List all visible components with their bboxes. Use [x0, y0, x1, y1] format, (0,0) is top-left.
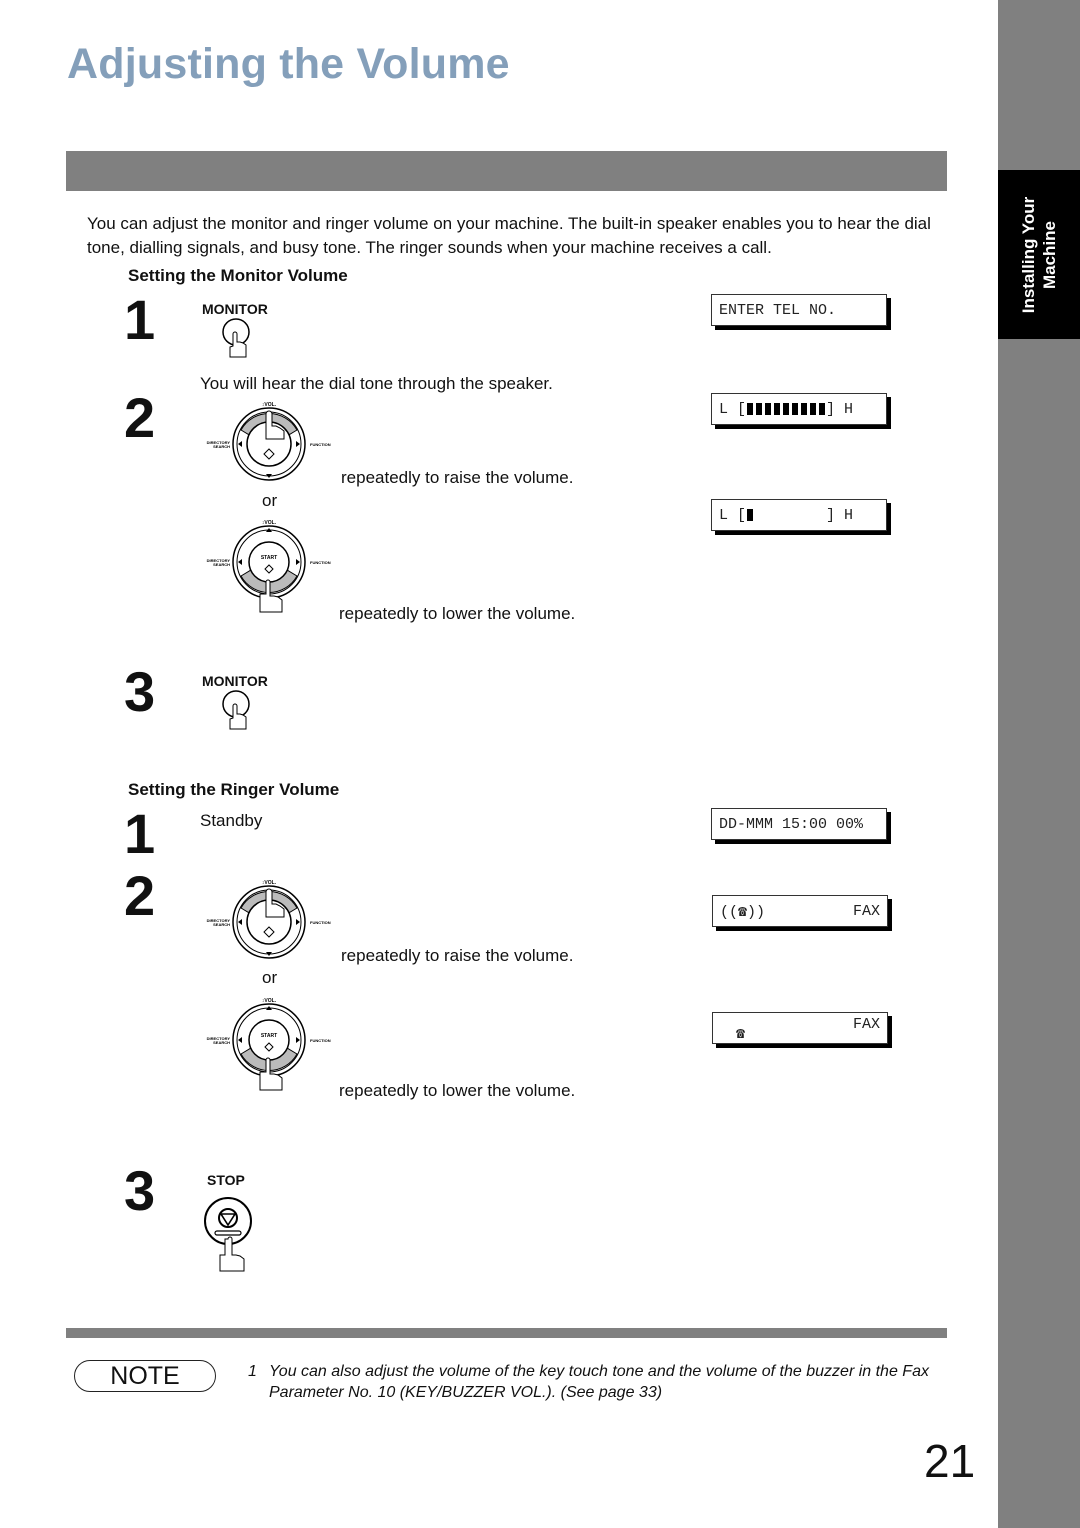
lcd-display: DD-MMM 15:00 00% — [711, 808, 887, 840]
lower-volume-text: repeatedly to lower the volume. — [339, 604, 576, 623]
lcd-low-label: L [ — [719, 506, 747, 524]
volume-level-block — [774, 403, 781, 415]
navigation-dial-down[interactable]: ↕VOL. DIRECTORY SEARCH FUNCTION START — [198, 994, 343, 1094]
lcd-ringer-low: ☎ FAX — [712, 1012, 888, 1044]
lcd-mode-label: FAX — [852, 1016, 880, 1033]
svg-text:START: START — [261, 555, 277, 561]
or-text: or — [262, 968, 278, 987]
raise-volume-text: repeatedly to raise the volume. — [341, 946, 574, 965]
page-number: 21 — [924, 1435, 976, 1487]
finger-press-icon — [222, 318, 250, 358]
lcd-display: ENTER TEL NO. — [711, 294, 887, 326]
lcd-mode-label: FAX — [852, 902, 880, 920]
svg-text:FUNCTION: FUNCTION — [310, 560, 331, 565]
lcd-volume-high: L [ ] H — [711, 393, 887, 425]
step-number: 3 — [124, 1159, 156, 1222]
note-item: 1 You can also adjust the volume of the … — [248, 1361, 948, 1403]
page-title: Adjusting the Volume — [67, 40, 510, 88]
volume-level-block — [810, 403, 817, 415]
monitor-key-label: MONITOR — [202, 673, 268, 689]
step-text: Standby — [200, 811, 263, 830]
volume-level-block — [783, 509, 789, 521]
note-item-text: You can also adjust the volume of the ke… — [269, 1363, 929, 1401]
volume-level-block — [765, 403, 772, 415]
navigation-dial-up[interactable]: ↕VOL. DIRECTORY SEARCH FUNCTION — [198, 398, 343, 486]
volume-level-block — [783, 403, 790, 415]
lcd-high-label: ] H — [826, 506, 854, 524]
svg-text:FUNCTION: FUNCTION — [310, 920, 331, 925]
chapter-tab-line2: Machine — [1040, 220, 1059, 289]
stop-icon — [204, 1197, 252, 1272]
svg-text:SEARCH: SEARCH — [213, 444, 230, 449]
step-number: 1 — [124, 802, 156, 865]
volume-level-block — [765, 509, 771, 521]
step-number: 1 — [124, 288, 156, 351]
vol-down-dial-icon: ↕VOL. DIRECTORY SEARCH FUNCTION START — [207, 998, 331, 1091]
lcd-ringer-high: ((☎)) FAX — [712, 895, 888, 927]
ring-wave-left: (( — [720, 903, 739, 921]
volume-level-block — [819, 509, 825, 521]
vol-up-dial-icon: ↕VOL. DIRECTORY SEARCH FUNCTION — [207, 402, 331, 481]
svg-text:FUNCTION: FUNCTION — [310, 1038, 331, 1043]
svg-text:↕VOL.: ↕VOL. — [262, 998, 277, 1004]
telephone-icon: ☎ — [736, 1026, 746, 1043]
step-number: 3 — [124, 660, 156, 723]
intro-paragraph: You can adjust the monitor and ringer vo… — [87, 214, 931, 257]
monitor-button[interactable] — [218, 318, 258, 368]
navigation-dial-up[interactable]: ↕VOL. DIRECTORY SEARCH FUNCTION — [198, 876, 343, 964]
chapter-tab[interactable]: Installing Your Machine — [998, 170, 1080, 339]
volume-level-block — [756, 509, 762, 521]
step-text: You will hear the dial tone through the … — [200, 374, 553, 393]
volume-level-bar — [747, 403, 826, 415]
or-text: or — [262, 491, 278, 510]
volume-level-block — [756, 403, 763, 415]
raise-volume-text: repeatedly to raise the volume. — [341, 468, 574, 487]
vol-down-dial-icon: ↕VOL. DIRECTORY SEARCH FUNCTION START — [207, 520, 331, 613]
monitor-section-heading: Setting the Monitor Volume — [128, 266, 348, 285]
vol-up-dial-icon: ↕VOL. DIRECTORY SEARCH FUNCTION — [207, 880, 331, 959]
svg-text:↕VOL.: ↕VOL. — [262, 402, 277, 408]
volume-level-block — [792, 403, 799, 415]
ring-wave-right: )) — [747, 903, 766, 921]
volume-level-block — [792, 509, 798, 521]
stop-key-label: STOP — [207, 1172, 245, 1188]
stop-button[interactable] — [203, 1195, 255, 1275]
ringer-indicator: ((☎)) — [720, 902, 765, 921]
note-divider — [66, 1328, 947, 1338]
note-item-number: 1 — [248, 1363, 257, 1380]
note-label: NOTE — [74, 1360, 216, 1392]
volume-level-block — [801, 403, 808, 415]
svg-text:SEARCH: SEARCH — [213, 562, 230, 567]
header-bar — [66, 151, 947, 191]
svg-text:↕VOL.: ↕VOL. — [262, 880, 277, 886]
volume-level-block — [810, 509, 816, 521]
chapter-tab-line1: Installing Your — [1019, 196, 1038, 313]
monitor-key-label: MONITOR — [202, 301, 268, 317]
step-number: 2 — [124, 864, 156, 927]
lower-volume-text: repeatedly to lower the volume. — [339, 1081, 576, 1100]
monitor-button[interactable] — [218, 690, 258, 740]
svg-text:SEARCH: SEARCH — [213, 922, 230, 927]
lcd-volume-low: L [ ] H — [711, 499, 887, 531]
lcd-low-label: L [ — [719, 400, 747, 418]
svg-text:FUNCTION: FUNCTION — [310, 442, 331, 447]
lcd-high-label: ] H — [826, 400, 854, 418]
telephone-icon: ☎ — [738, 903, 748, 921]
ringer-section-heading: Setting the Ringer Volume — [128, 780, 340, 799]
svg-text:SEARCH: SEARCH — [213, 1040, 230, 1045]
volume-level-block — [819, 403, 826, 415]
volume-level-block — [801, 509, 807, 521]
volume-level-block — [747, 403, 754, 415]
volume-level-block — [774, 509, 780, 521]
volume-level-bar — [747, 509, 825, 521]
navigation-dial-down[interactable]: ↕VOL. DIRECTORY SEARCH FUNCTION START — [198, 516, 343, 616]
chapter-tab-label: Installing Your Machine — [1018, 196, 1060, 313]
volume-level-block — [747, 509, 754, 521]
step-number: 2 — [124, 386, 156, 449]
svg-text:↕VOL.: ↕VOL. — [262, 520, 277, 526]
finger-press-icon — [222, 690, 250, 730]
svg-text:START: START — [261, 1033, 277, 1039]
